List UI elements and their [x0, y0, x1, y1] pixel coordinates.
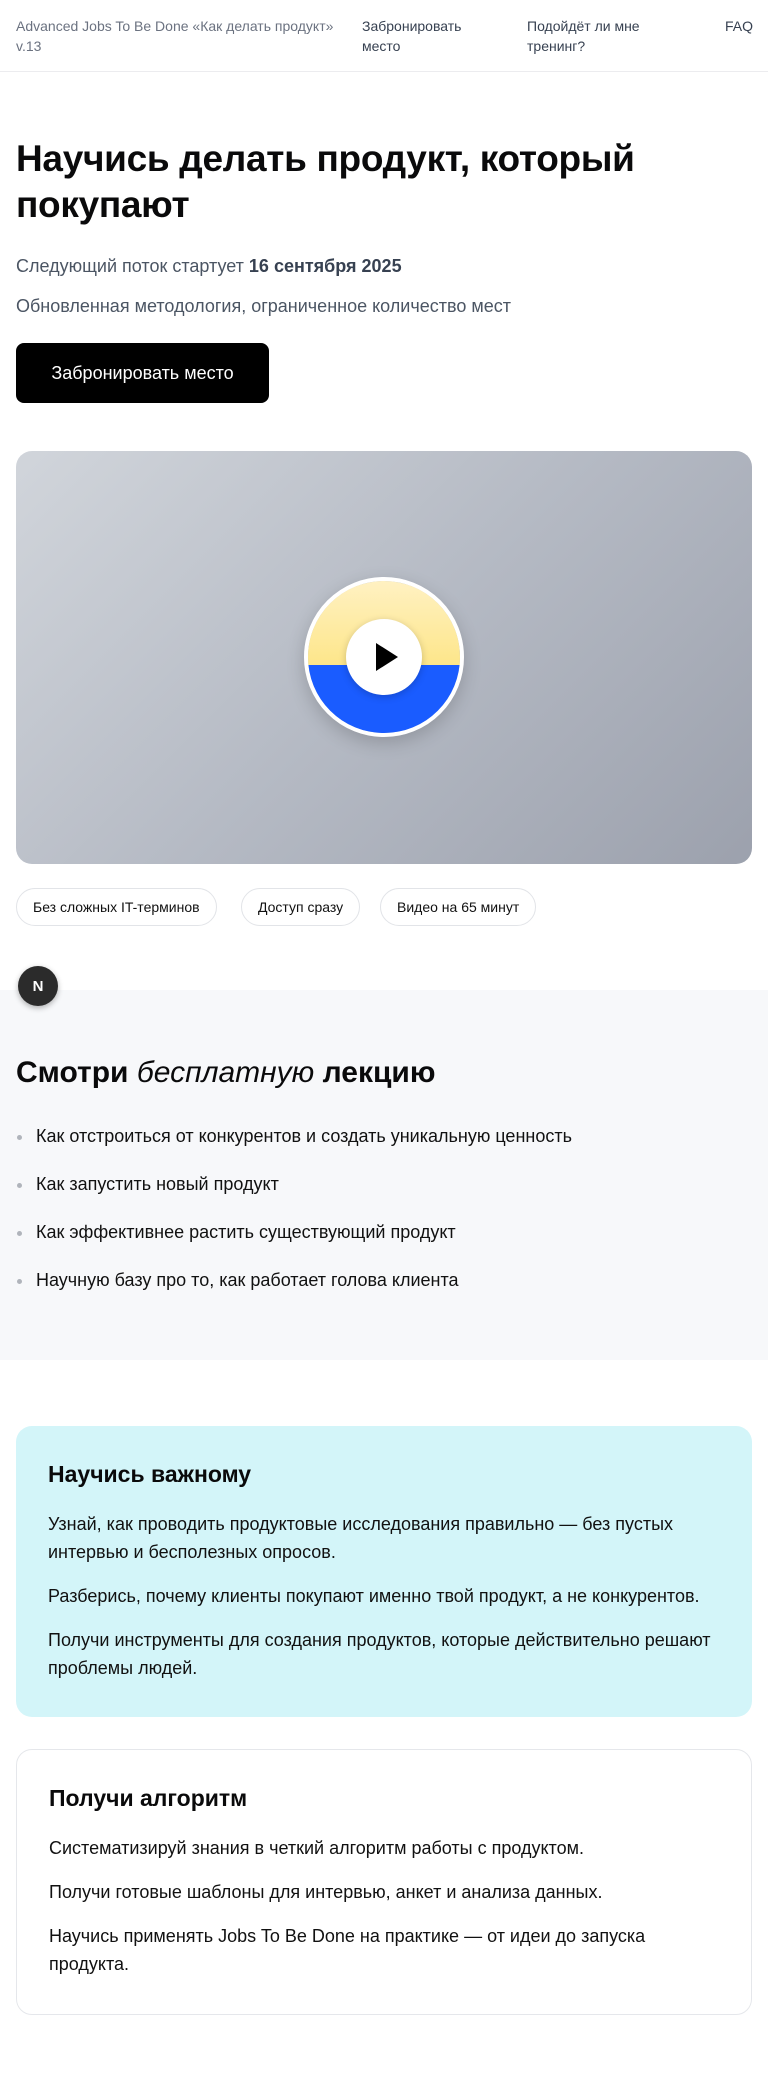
list-item-text: Как эффективнее растить существующий про…	[36, 1222, 456, 1242]
lecture-title-italic: бесплатную	[136, 1056, 315, 1089]
video-badge	[304, 577, 464, 737]
list-item: Как запустить новый продукт	[16, 1170, 736, 1198]
bullet-dot-icon	[17, 1135, 22, 1140]
next-stream-text: Следующий поток стартует 16 сентября 202…	[16, 252, 402, 280]
lecture-title-start: Смотри	[16, 1056, 129, 1089]
hero-subtitle: Обновленная методология, ограниченное ко…	[16, 296, 511, 316]
list-item: Научную базу про то, как работает голова…	[16, 1266, 736, 1294]
bullet-dot-icon	[17, 1231, 22, 1236]
play-icon	[376, 643, 398, 671]
video-player[interactable]	[16, 451, 752, 864]
learn-card-text: Узнай, как проводить продуктовые исследо…	[48, 1514, 674, 1562]
lecture-title-end: лекцию	[322, 1056, 436, 1089]
learn-card-title: Научись важному	[48, 1461, 252, 1487]
algorithm-card-text: Научись применять Jobs To Be Done на пра…	[49, 1926, 646, 1974]
book-seat-button[interactable]: Забронировать место	[16, 343, 269, 403]
learn-card-text: Разберись, почему клиенты покупают именн…	[48, 1586, 700, 1606]
lecture-title: Смотри бесплатную лекцию	[16, 1054, 435, 1092]
next-stream-date: 16 сентября 2025	[248, 256, 402, 276]
chip-instant-access: Доступ сразу	[241, 888, 361, 926]
learn-card-text: Получи инструменты для создания продукто…	[48, 1630, 711, 1678]
free-lecture-section: Смотри бесплатную лекцию Как отстроиться…	[0, 990, 768, 1360]
nav-fit-link[interactable]: Подойдёт ли мне тренинг?	[527, 16, 667, 56]
list-item-text: Как запустить новый продукт	[36, 1174, 279, 1194]
algorithm-card-title: Получи алгоритм	[49, 1785, 248, 1811]
lecture-topics-list: Как отстроиться от конкурентов и создать…	[16, 1122, 736, 1314]
floating-n-badge[interactable]: N	[18, 966, 58, 1006]
algorithm-card-text: Систематизируй знания в четкий алгоритм …	[49, 1838, 584, 1858]
list-item-text: Как отстроиться от конкурентов и создать…	[36, 1126, 572, 1146]
site-header: Advanced Jobs To Be Done «Как делать про…	[0, 0, 768, 72]
list-item-text: Научную базу про то, как работает голова…	[36, 1270, 459, 1290]
list-item: Как эффективнее растить существующий про…	[16, 1218, 736, 1246]
hero-title: Научись делать продукт, который покупают	[16, 138, 635, 225]
nav-faq-link[interactable]: FAQ	[725, 16, 753, 36]
algorithm-card-text: Получи готовые шаблоны для интервью, анк…	[49, 1882, 603, 1902]
next-stream-prefix: Следующий поток стартует	[16, 256, 244, 276]
bullet-dot-icon	[17, 1183, 22, 1188]
chip-no-it-terms: Без сложных IT-терминов	[16, 888, 217, 926]
brand-link[interactable]: Advanced Jobs To Be Done «Как делать про…	[16, 16, 356, 56]
chip-video-length: Видео на 65 минут	[380, 888, 537, 926]
learn-card: Научись важному Узнай, как проводить про…	[16, 1426, 752, 1717]
play-button[interactable]	[346, 619, 422, 695]
bullet-dot-icon	[17, 1279, 22, 1284]
nav-book-link[interactable]: Забронировать место	[362, 16, 502, 56]
algorithm-card: Получи алгоритм Систематизируй знания в …	[16, 1749, 752, 2015]
list-item: Как отстроиться от конкурентов и создать…	[16, 1122, 736, 1150]
